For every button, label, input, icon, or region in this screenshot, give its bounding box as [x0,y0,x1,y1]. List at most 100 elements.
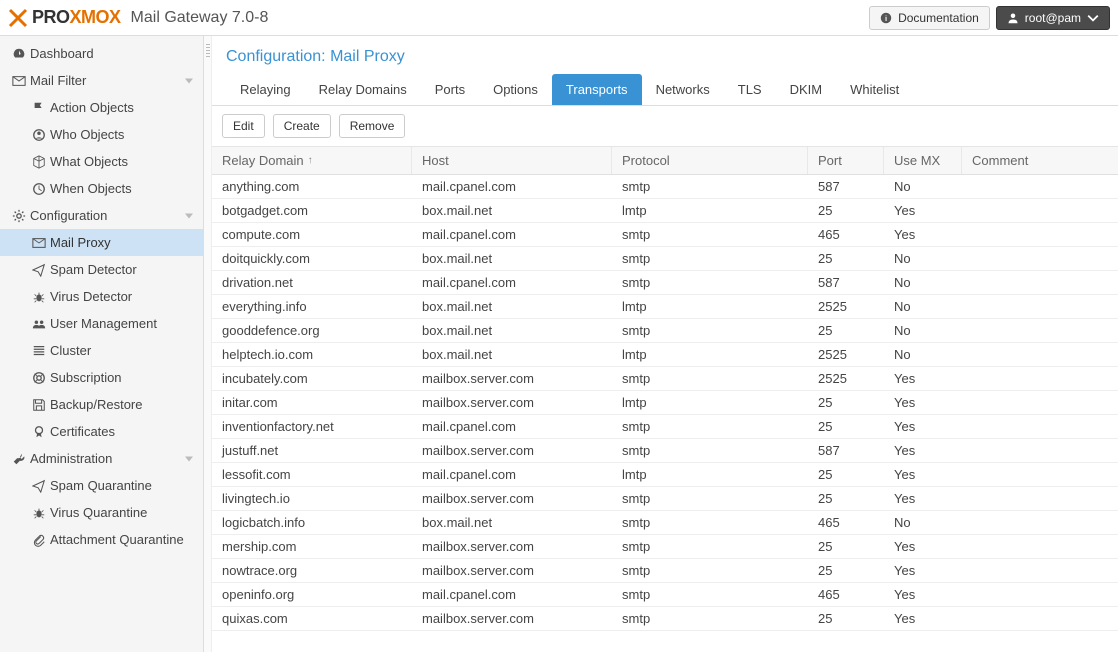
cell-host: mailbox.server.com [412,535,612,558]
sidebar-item-certificates[interactable]: Certificates [0,418,203,445]
col-header-domain[interactable]: Relay Domain ↑ [212,147,412,174]
cell-usemx: No [884,511,962,534]
table-row[interactable]: nowtrace.orgmailbox.server.comsmtp25Yes [212,559,1118,583]
sidebar-item-configuration[interactable]: Configuration [0,202,203,229]
tab-tls[interactable]: TLS [724,74,776,105]
cell-host: box.mail.net [412,295,612,318]
topbar: PROXMOX Mail Gateway 7.0-8 i Documentati… [0,0,1118,36]
paperclip-icon [28,533,50,547]
sidebar-item-cluster[interactable]: Cluster [0,337,203,364]
sidebar-item-subscription[interactable]: Subscription [0,364,203,391]
table-row[interactable]: botgadget.combox.mail.netlmtp25Yes [212,199,1118,223]
cell-port: 25 [808,607,884,630]
transports-grid: Relay Domain ↑ Host Protocol Port Use MX… [212,147,1118,652]
sidebar-item-dashboard[interactable]: Dashboard [0,40,203,67]
sidebar-item-action-objects[interactable]: Action Objects [0,94,203,121]
cell-comment [962,487,1118,510]
sidebar-item-spam-detector[interactable]: Spam Detector [0,256,203,283]
save-icon [28,398,50,412]
sidebar-item-mail-filter[interactable]: Mail Filter [0,67,203,94]
sidebar-item-spam-quarantine[interactable]: Spam Quarantine [0,472,203,499]
tab-relaying[interactable]: Relaying [226,74,305,105]
sidebar-item-virus-quarantine[interactable]: Virus Quarantine [0,499,203,526]
table-row[interactable]: incubately.commailbox.server.comsmtp2525… [212,367,1118,391]
col-header-protocol[interactable]: Protocol [612,147,808,174]
sidebar-item-attachment-quarantine[interactable]: Attachment Quarantine [0,526,203,553]
table-row[interactable]: lessofit.commail.cpanel.comlmtp25Yes [212,463,1118,487]
sidebar-item-who-objects[interactable]: Who Objects [0,121,203,148]
sidebar-item-label: Subscription [50,370,122,385]
documentation-button[interactable]: i Documentation [869,6,990,30]
sidebar-item-backup-restore[interactable]: Backup/Restore [0,391,203,418]
table-row[interactable]: helptech.io.combox.mail.netlmtp2525No [212,343,1118,367]
svg-text:i: i [885,14,887,23]
table-row[interactable]: doitquickly.combox.mail.netsmtp25No [212,247,1118,271]
tab-networks[interactable]: Networks [642,74,724,105]
sidebar: DashboardMail FilterAction ObjectsWho Ob… [0,36,204,652]
cell-protocol: lmtp [612,199,808,222]
sidebar-item-when-objects[interactable]: When Objects [0,175,203,202]
cell-port: 25 [808,199,884,222]
user-menu-button[interactable]: root@pam [996,6,1110,30]
tab-options[interactable]: Options [479,74,552,105]
grid-body[interactable]: anything.commail.cpanel.comsmtp587Nobotg… [212,175,1118,652]
tab-ports[interactable]: Ports [421,74,479,105]
tab-whitelist[interactable]: Whitelist [836,74,913,105]
paper-plane-icon [28,479,50,493]
paper-plane-icon [28,263,50,277]
sidebar-item-administration[interactable]: Administration [0,445,203,472]
sidebar-item-user-management[interactable]: User Management [0,310,203,337]
col-header-port[interactable]: Port [808,147,884,174]
splitter[interactable] [204,36,212,652]
sidebar-item-label: Mail Proxy [50,235,111,250]
tab-dkim[interactable]: DKIM [776,74,837,105]
table-row[interactable]: gooddefence.orgbox.mail.netsmtp25No [212,319,1118,343]
col-header-comment[interactable]: Comment [962,147,1118,174]
tab-transports[interactable]: Transports [552,74,642,105]
table-row[interactable]: mership.commailbox.server.comsmtp25Yes [212,535,1118,559]
table-row[interactable]: quixas.commailbox.server.comsmtp25Yes [212,607,1118,631]
cell-host: mail.cpanel.com [412,463,612,486]
table-row[interactable]: justuff.netmailbox.server.comsmtp587Yes [212,439,1118,463]
table-row[interactable]: everything.infobox.mail.netlmtp2525No [212,295,1118,319]
cell-comment [962,391,1118,414]
table-row[interactable]: inventionfactory.netmail.cpanel.comsmtp2… [212,415,1118,439]
cell-protocol: smtp [612,367,808,390]
cell-comment [962,583,1118,606]
cell-usemx: Yes [884,391,962,414]
table-row[interactable]: anything.commail.cpanel.comsmtp587No [212,175,1118,199]
logo-icon [8,8,28,28]
cell-protocol: smtp [612,319,808,342]
cell-host: mail.cpanel.com [412,415,612,438]
col-header-usemx[interactable]: Use MX [884,147,962,174]
tabs: RelayingRelay DomainsPortsOptionsTranspo… [212,74,1118,106]
sidebar-item-virus-detector[interactable]: Virus Detector [0,283,203,310]
edit-button[interactable]: Edit [222,114,265,138]
cell-domain: initar.com [212,391,412,414]
brand-part2: XMOX [70,7,121,27]
create-button[interactable]: Create [273,114,331,138]
table-row[interactable]: drivation.netmail.cpanel.comsmtp587No [212,271,1118,295]
cell-protocol: lmtp [612,295,808,318]
wrench-icon [8,452,30,466]
cell-comment [962,367,1118,390]
sidebar-item-label: Spam Quarantine [50,478,152,493]
sidebar-item-label: Attachment Quarantine [50,532,184,547]
col-header-domain-label: Relay Domain [222,153,304,168]
content-panel: Configuration: Mail Proxy RelayingRelay … [212,36,1118,652]
table-row[interactable]: compute.commail.cpanel.comsmtp465Yes [212,223,1118,247]
table-row[interactable]: initar.commailbox.server.comlmtp25Yes [212,391,1118,415]
sidebar-item-what-objects[interactable]: What Objects [0,148,203,175]
table-row[interactable]: openinfo.orgmail.cpanel.comsmtp465Yes [212,583,1118,607]
table-row[interactable]: livingtech.iomailbox.server.comsmtp25Yes [212,487,1118,511]
cell-usemx: No [884,319,962,342]
cell-comment [962,463,1118,486]
table-row[interactable]: logicbatch.infobox.mail.netsmtp465No [212,511,1118,535]
col-header-host[interactable]: Host [412,147,612,174]
tab-relay-domains[interactable]: Relay Domains [305,74,421,105]
sidebar-item-mail-proxy[interactable]: Mail Proxy [0,229,203,256]
cell-domain: logicbatch.info [212,511,412,534]
remove-button[interactable]: Remove [339,114,406,138]
cell-host: box.mail.net [412,199,612,222]
cell-protocol: smtp [612,271,808,294]
